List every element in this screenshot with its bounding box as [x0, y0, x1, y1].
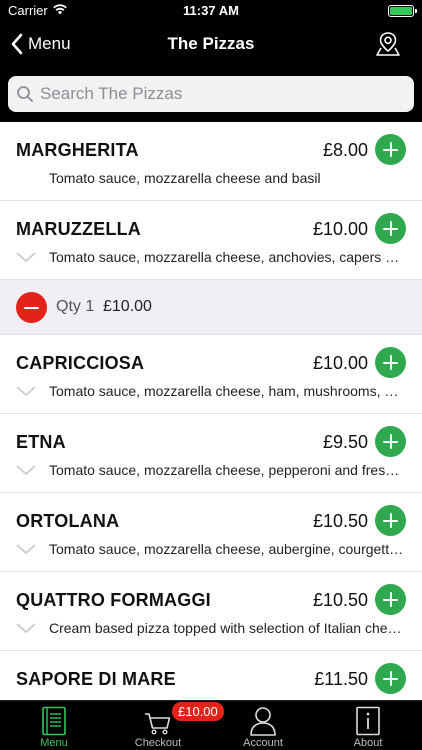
tab-about[interactable]: About: [318, 701, 418, 750]
menu-item-quattro-formaggi[interactable]: QUATTRO FORMAGGI £10.50 Cream based pizz…: [0, 572, 422, 651]
chevron-down-icon[interactable]: [16, 251, 36, 263]
item-name: SAPORE DI MARE: [16, 669, 176, 689]
item-price: £10.00: [312, 353, 368, 373]
item-price: £11.50: [314, 669, 368, 689]
item-description: Tomato sauce, mozzarella cheese, peppero…: [49, 462, 406, 478]
back-button[interactable]: Menu: [10, 22, 71, 66]
remove-from-cart-button[interactable]: [16, 292, 47, 323]
item-price: £10.50: [312, 590, 368, 610]
menu-item-margherita[interactable]: MARGHERITA £8.00 Tomato sauce, mozzarell…: [0, 122, 422, 201]
search-icon: [17, 86, 33, 102]
item-description: Tomato sauce, mozzarella cheese, aubergi…: [49, 541, 406, 557]
cart-icon: [145, 713, 171, 735]
add-to-cart-button[interactable]: [375, 505, 406, 536]
item-name: CAPRICCIOSA: [16, 353, 145, 373]
tab-label: Checkout: [134, 737, 182, 749]
quantity-label: Qty 1: [56, 298, 95, 315]
back-label: Menu: [28, 34, 71, 53]
menu-item-maruzzella[interactable]: MARUZZELLA £10.00 Tomato sauce, mozzarel…: [0, 201, 422, 280]
info-icon: [356, 706, 380, 736]
chevron-down-icon[interactable]: [16, 622, 36, 634]
item-name: MARGHERITA: [16, 140, 139, 160]
chevron-down-icon[interactable]: [16, 543, 36, 555]
item-price: £9.50: [322, 432, 368, 452]
add-to-cart-button[interactable]: [375, 134, 406, 165]
menu-item-etna[interactable]: ETNA £9.50 Tomato sauce, mozzarella chee…: [0, 414, 422, 493]
clock: 11:37 AM: [183, 3, 239, 18]
tab-checkout[interactable]: £10.00 Checkout: [108, 701, 224, 750]
map-pin-button[interactable]: [374, 30, 402, 58]
status-bar: Carrier 11:37 AM: [0, 0, 422, 22]
item-name: MARUZZELLA: [16, 219, 141, 239]
item-description: Cream based pizza topped with selection …: [49, 620, 406, 636]
item-price: £10.00: [312, 219, 368, 239]
tab-label: Menu: [40, 737, 68, 749]
cart-line-maruzzella: Qty 1 £10.00: [0, 280, 422, 335]
search-input[interactable]: [40, 84, 400, 104]
menu-item-sapore-di-mare[interactable]: SAPORE DI MARE £11.50: [0, 651, 422, 700]
chevron-down-icon[interactable]: [16, 385, 36, 397]
add-to-cart-button[interactable]: [375, 213, 406, 244]
tab-label: About: [353, 737, 383, 749]
menu-book-icon: [42, 706, 66, 736]
chevron-left-icon: [11, 33, 23, 55]
menu-item-ortolana[interactable]: ORTOLANA £10.50 Tomato sauce, mozzarella…: [0, 493, 422, 572]
search-bar-container: [0, 66, 422, 122]
item-price: £8.00: [322, 140, 368, 160]
tab-label: Account: [243, 737, 283, 749]
line-price: £10.00: [103, 298, 152, 315]
map-pin-icon: [376, 32, 400, 56]
add-to-cart-button[interactable]: [375, 426, 406, 457]
tab-account[interactable]: Account: [213, 701, 313, 750]
item-price: £10.50: [312, 511, 368, 531]
chevron-down-icon[interactable]: [16, 464, 36, 476]
add-to-cart-button[interactable]: [375, 663, 406, 694]
search-box[interactable]: [8, 76, 414, 112]
item-description: Tomato sauce, mozzarella cheese, ham, mu…: [49, 383, 406, 399]
navigation-bar: Menu The Pizzas: [0, 22, 422, 66]
item-name: ETNA: [16, 432, 66, 452]
item-description: Tomato sauce, mozzarella cheese and basi…: [49, 170, 321, 186]
add-to-cart-button[interactable]: [375, 584, 406, 615]
menu-item-capricciosa[interactable]: CAPRICCIOSA £10.00 Tomato sauce, mozzare…: [0, 335, 422, 414]
add-to-cart-button[interactable]: [375, 347, 406, 378]
item-description: Tomato sauce, mozzarella cheese, anchovi…: [49, 249, 406, 265]
tab-menu[interactable]: Menu: [4, 701, 104, 750]
tab-bar: Menu £10.00 Checkout Account About: [0, 700, 422, 750]
item-name: QUATTRO FORMAGGI: [16, 590, 211, 610]
item-name: ORTOLANA: [16, 511, 120, 531]
battery-icon: [388, 5, 417, 17]
user-icon: [250, 707, 276, 736]
pizza-list: MARGHERITA £8.00 Tomato sauce, mozzarell…: [0, 122, 422, 700]
